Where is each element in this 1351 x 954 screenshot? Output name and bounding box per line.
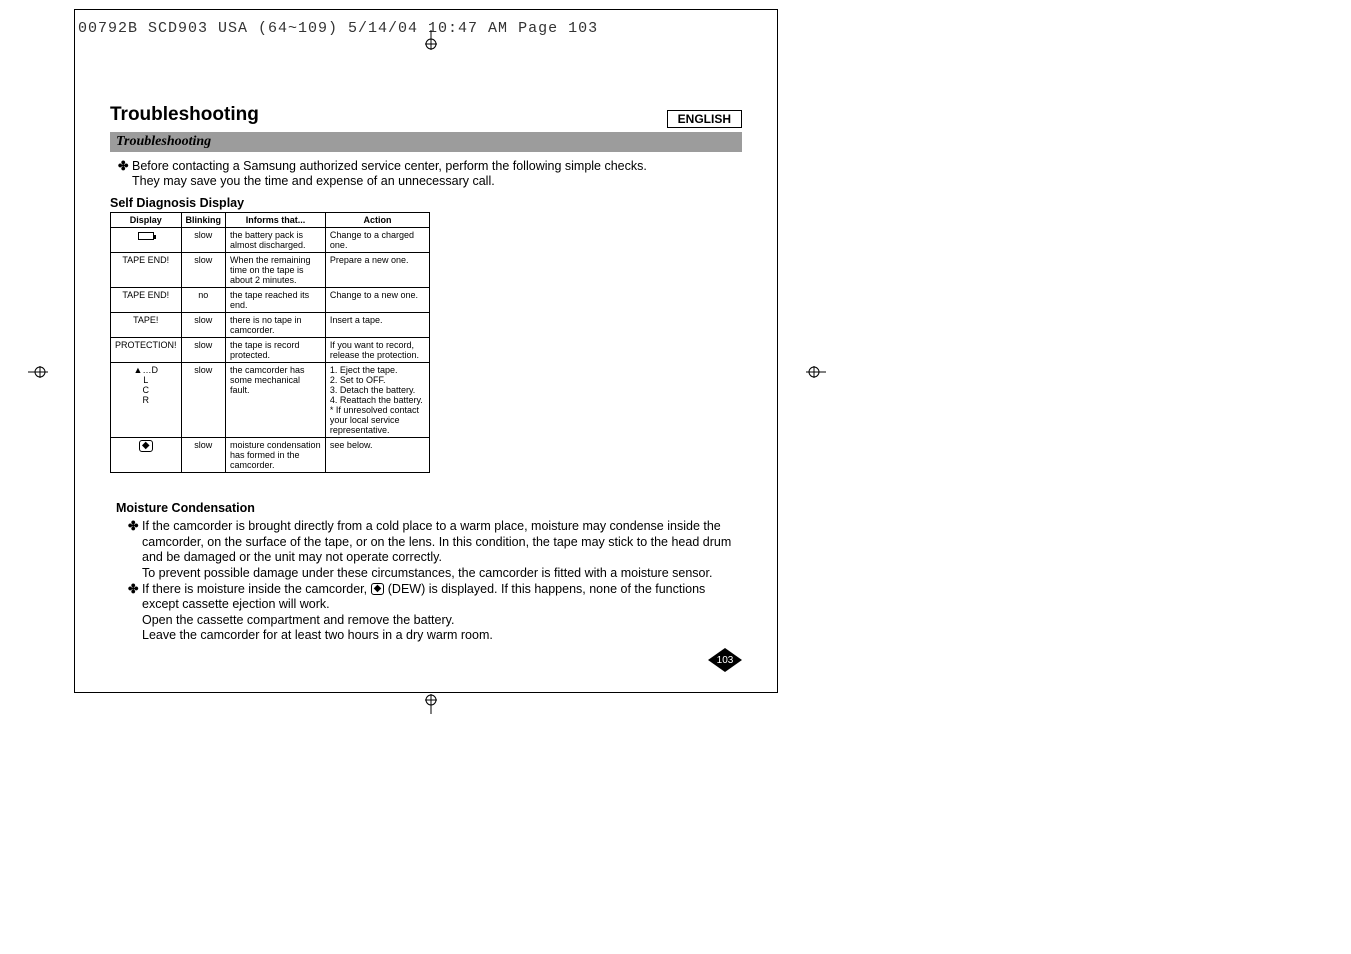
cell-informs: When the remaining time on the tape is a… — [226, 253, 326, 288]
moist-p1b: To prevent possible damage under these c… — [142, 566, 742, 582]
cell-informs: the tape is record protected. — [226, 338, 326, 363]
cell-blinking: slow — [181, 363, 226, 438]
cell-action: If you want to record, release the prote… — [325, 338, 429, 363]
diagnosis-table: Display Blinking Informs that... Action … — [110, 212, 430, 473]
crop-mark-right — [806, 362, 826, 382]
table-row: TAPE! slow there is no tape in camcorder… — [111, 313, 430, 338]
dew-icon: ◆ — [139, 440, 153, 452]
bullet-icon: ✤ — [118, 158, 132, 173]
moist-p2a: If there is moisture inside the camcorde… — [142, 582, 742, 613]
page-frame: ENGLISH Troubleshooting Troubleshooting … — [74, 9, 778, 693]
cell-action: Prepare a new one. — [325, 253, 429, 288]
cell-blinking: no — [181, 288, 226, 313]
cell-display — [111, 228, 182, 253]
intro-text-1: Before contacting a Samsung authorized s… — [132, 159, 647, 173]
cell-action: 1. Eject the tape. 2. Set to OFF. 3. Det… — [325, 363, 429, 438]
intro-line-2: They may save you the time and expense o… — [132, 174, 742, 188]
col-action: Action — [325, 213, 429, 228]
cell-action: Change to a charged one. — [325, 228, 429, 253]
page-number-badge: 103 — [708, 648, 742, 672]
dew-icon: ◆ — [371, 583, 385, 595]
bullet-icon: ✤ — [128, 519, 142, 566]
cell-informs: the camcorder has some mechanical fault. — [226, 363, 326, 438]
moisture-body: ✤ If the camcorder is brought directly f… — [128, 519, 742, 644]
crop-mark-left — [28, 362, 48, 382]
battery-icon — [138, 232, 154, 240]
col-blinking: Blinking — [181, 213, 226, 228]
moisture-heading: Moisture Condensation — [116, 501, 742, 515]
cell-action: see below. — [325, 438, 429, 473]
cell-blinking: slow — [181, 228, 226, 253]
col-display: Display — [111, 213, 182, 228]
cell-informs: moisture condensation has formed in the … — [226, 438, 326, 473]
cell-informs: the battery pack is almost discharged. — [226, 228, 326, 253]
cell-blinking: slow — [181, 438, 226, 473]
cell-action: Insert a tape. — [325, 313, 429, 338]
col-informs: Informs that... — [226, 213, 326, 228]
diag-subhead: Self Diagnosis Display — [110, 196, 742, 210]
cell-blinking: slow — [181, 253, 226, 288]
table-row: ▲…D L C R slow the camcorder has some me… — [111, 363, 430, 438]
table-row: slow the battery pack is almost discharg… — [111, 228, 430, 253]
table-row: TAPE END! no the tape reached its end. C… — [111, 288, 430, 313]
section-bar: Troubleshooting — [110, 132, 742, 152]
bullet-icon: ✤ — [128, 582, 142, 613]
page-number: 103 — [717, 655, 734, 666]
table-row: ◆ slow moisture condensation has formed … — [111, 438, 430, 473]
cell-display: ▲…D L C R — [111, 363, 182, 438]
moist-p2b: Open the cassette compartment and remove… — [142, 613, 742, 629]
cell-blinking: slow — [181, 338, 226, 363]
crop-mark-bottom — [421, 694, 441, 714]
cell-informs: there is no tape in camcorder. — [226, 313, 326, 338]
cell-display: TAPE END! — [111, 253, 182, 288]
cell-display: ◆ — [111, 438, 182, 473]
cell-display: TAPE END! — [111, 288, 182, 313]
intro-line-1: ✤Before contacting a Samsung authorized … — [118, 158, 742, 173]
cell-informs: the tape reached its end. — [226, 288, 326, 313]
cell-display: TAPE! — [111, 313, 182, 338]
moist-p1a: If the camcorder is brought directly fro… — [142, 519, 742, 566]
cell-display: PROTECTION! — [111, 338, 182, 363]
table-row: TAPE END! slow When the remaining time o… — [111, 253, 430, 288]
moist-p2c: Leave the camcorder for at least two hou… — [142, 628, 742, 644]
cell-blinking: slow — [181, 313, 226, 338]
table-row: PROTECTION! slow the tape is record prot… — [111, 338, 430, 363]
page-title: Troubleshooting — [110, 104, 742, 126]
language-box: ENGLISH — [667, 110, 742, 128]
cell-action: Change to a new one. — [325, 288, 429, 313]
